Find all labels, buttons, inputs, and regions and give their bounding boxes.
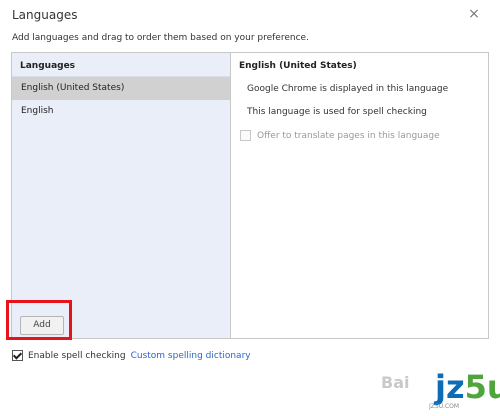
watermark-sub: JZSU.COM <box>429 403 460 410</box>
language-item-english-us[interactable]: English (United States) <box>12 77 230 100</box>
site-logo: jz5u <box>435 371 500 403</box>
languages-dialog: Languages × Add languages and drag to or… <box>0 0 500 416</box>
watermark-text: Bai <box>381 373 410 392</box>
logo-suffix: 5u <box>464 368 500 406</box>
custom-dictionary-link[interactable]: Custom spelling dictionary <box>131 351 251 361</box>
display-language-info: Google Chrome is displayed in this langu… <box>247 84 449 94</box>
language-details: English (United States) Google Chrome is… <box>231 53 488 338</box>
close-icon[interactable]: × <box>466 6 482 22</box>
spellcheck-language-info: This language is used for spell checking <box>247 107 427 117</box>
language-list: Languages English (United States) Englis… <box>12 53 231 338</box>
dialog-subtitle: Add languages and drag to order them bas… <box>12 33 309 43</box>
language-details-heading: English (United States) <box>239 61 357 71</box>
dialog-title: Languages <box>12 8 78 22</box>
translate-option-row: Offer to translate pages in this languag… <box>240 130 440 141</box>
spell-check-checkbox[interactable] <box>12 350 23 361</box>
spell-check-label: Enable spell checking <box>28 350 126 361</box>
highlight-annotation <box>6 300 72 340</box>
logo-prefix: jz <box>435 368 465 406</box>
watermark-logo: Bai jz5u JZSU.COM <box>355 371 500 416</box>
language-list-heading: Languages <box>20 61 76 71</box>
languages-panel: Languages English (United States) Englis… <box>11 52 489 339</box>
spell-check-row: Enable spell checking Custom spelling di… <box>12 350 251 361</box>
language-item-english[interactable]: English <box>12 100 230 123</box>
translate-checkbox-label: Offer to translate pages in this languag… <box>257 130 440 141</box>
translate-checkbox[interactable] <box>240 130 251 141</box>
